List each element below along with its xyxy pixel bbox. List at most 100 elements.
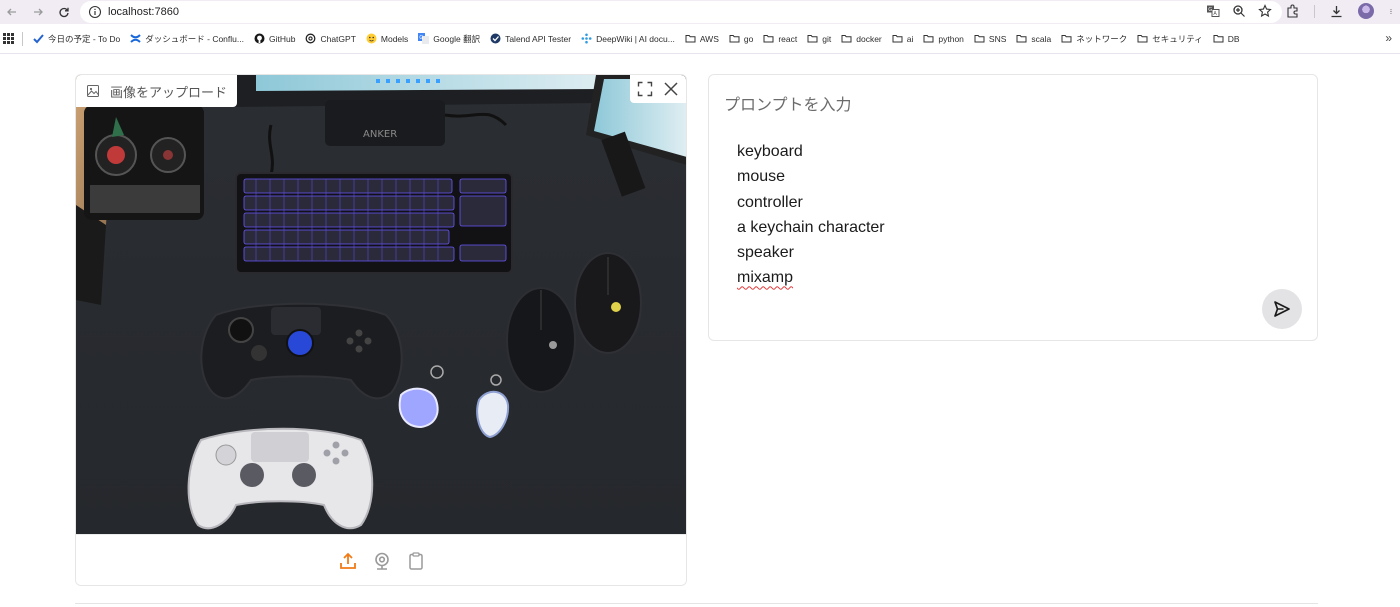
clipboard-icon[interactable] [406, 551, 426, 571]
site-info-icon[interactable] [88, 5, 102, 19]
webcam-icon[interactable] [372, 551, 392, 571]
address-bar[interactable]: localhost:7860 GA [80, 1, 1282, 23]
bookmark-label: Google 翻訳 [433, 33, 481, 44]
profile-avatar[interactable] [1358, 3, 1374, 19]
close-icon[interactable] [662, 80, 680, 98]
bookmark-label: DB [1227, 33, 1240, 44]
bookmark-label: ネットワーク [1076, 33, 1128, 44]
bookmark-talend[interactable]: Talend API Tester [490, 33, 571, 44]
bookmark-folder-docker[interactable]: docker [841, 33, 882, 44]
svg-text:G: G [1208, 7, 1212, 13]
browser-actions [1285, 3, 1394, 19]
apps-grid-icon[interactable] [3, 33, 14, 44]
send-icon [1274, 301, 1290, 317]
reload-icon [59, 7, 69, 18]
bookmark-label: AWS [699, 33, 719, 44]
fullscreen-icon[interactable] [636, 80, 654, 98]
folder-icon [807, 35, 818, 43]
bookmark-folder-react[interactable]: react [763, 33, 797, 44]
todo-check-icon [33, 34, 44, 44]
bookmark-label: ai [906, 33, 914, 44]
bookmark-deepwiki[interactable]: DeepWiki | AI docu... [581, 33, 675, 44]
image-source-bar [76, 534, 686, 585]
prompt-line: speaker [737, 244, 794, 262]
bookmark-folder-ai[interactable]: ai [892, 33, 914, 44]
prompt-label: プロンプトを入力 [724, 97, 852, 114]
forward-button[interactable] [30, 4, 46, 20]
folder-icon [1061, 35, 1072, 43]
image-upload-label: 画像をアップロード [76, 75, 238, 107]
folder-icon [841, 35, 852, 43]
prompt-line: mouse [737, 168, 786, 186]
bookmark-label: go [743, 33, 754, 44]
bookmark-label: 今日の予定 - To Do [48, 33, 121, 44]
bookmark-label: Models [380, 33, 409, 44]
confluence-icon [130, 34, 141, 43]
bookmark-folder-sns[interactable]: SNS [974, 33, 1006, 44]
github-icon [254, 33, 265, 44]
svg-text:G: G [420, 35, 424, 41]
arrow-right-icon [34, 8, 43, 16]
more-menu-icon[interactable] [1388, 4, 1394, 19]
bookmark-label: セキュリティ [1152, 33, 1203, 44]
bookmark-confluence[interactable]: ダッシュボード - Conflu... [130, 33, 244, 45]
bookmark-folder-network[interactable]: ネットワーク [1061, 33, 1127, 45]
image-upload-label-text: 画像をアップロード [110, 84, 228, 100]
page-divider [75, 603, 1318, 604]
bookmark-google-translate[interactable]: G Google 翻訳 [418, 33, 480, 45]
prompt-line-misspelled: mixamp [737, 269, 794, 287]
bookmark-todo[interactable]: 今日の予定 - To Do [33, 33, 120, 45]
zoom-icon[interactable] [1232, 4, 1246, 18]
translate-icon[interactable]: GA [1206, 4, 1220, 18]
bookmark-folder-git[interactable]: git [807, 33, 831, 44]
bookmark-folder-python[interactable]: python [923, 33, 964, 44]
image-icon [87, 85, 99, 97]
bookmark-label: GitHub [268, 33, 296, 44]
bookmarks-overflow-button[interactable]: » [1385, 31, 1392, 45]
folder-icon [729, 35, 740, 43]
bookmark-folder-security[interactable]: セキュリティ [1137, 33, 1203, 45]
toolbar-divider [1314, 4, 1315, 18]
speaker-brand-text: ANKER [363, 129, 397, 140]
bookmark-label: Talend API Tester [505, 33, 572, 44]
bookmark-label: DeepWiki | AI docu... [596, 33, 675, 44]
bookmark-folder-scala[interactable]: scala [1016, 33, 1051, 44]
bookmark-label: react [778, 33, 798, 44]
bookmarks-bar: 今日の予定 - To Do ダッシュボード - Conflu... GitHub… [0, 24, 1400, 54]
bookmark-github[interactable]: GitHub [254, 33, 295, 44]
reload-button[interactable] [56, 4, 72, 20]
send-button[interactable] [1262, 289, 1302, 329]
bookmark-label: ダッシュボード - Conflu... [145, 33, 244, 44]
talend-icon [490, 33, 501, 44]
prompt-panel: プロンプトを入力 keyboard mouse controller a key… [708, 74, 1318, 341]
download-icon[interactable] [1329, 4, 1344, 19]
bookmark-folder-aws[interactable]: AWS [685, 33, 719, 44]
prompt-line: keyboard [737, 143, 803, 160]
chatgpt-icon [306, 33, 316, 44]
folder-icon [763, 35, 774, 43]
bookmark-label: python [938, 33, 964, 44]
folder-icon [923, 35, 934, 43]
prompt-textarea[interactable]: keyboard mouse controller a keychain cha… [737, 139, 885, 291]
star-icon[interactable] [1258, 4, 1272, 18]
bookmarks-divider [22, 31, 23, 46]
keychain-purple [398, 387, 439, 429]
arrow-left-icon [7, 8, 16, 16]
google-translate-icon: G [418, 33, 430, 44]
folder-icon [1213, 35, 1224, 43]
huggingface-icon [366, 33, 377, 44]
bookmark-label: git [822, 33, 832, 44]
bookmark-folder-db[interactable]: DB [1213, 33, 1240, 44]
bookmark-chatgpt[interactable]: ChatGPT [305, 33, 356, 44]
extensions-icon[interactable] [1285, 4, 1300, 19]
url-text: localhost:7860 [108, 6, 179, 18]
bookmark-folder-go[interactable]: go [729, 33, 753, 44]
folder-icon [892, 35, 903, 43]
image-input-panel: 画像をアップロード ANKER [75, 74, 687, 586]
upload-icon[interactable] [338, 551, 358, 571]
back-button[interactable] [4, 4, 20, 20]
folder-icon [685, 35, 696, 43]
bookmark-models[interactable]: Models [366, 33, 408, 44]
prompt-line: a keychain character [737, 218, 885, 236]
uploaded-photo: ANKER [76, 75, 686, 534]
